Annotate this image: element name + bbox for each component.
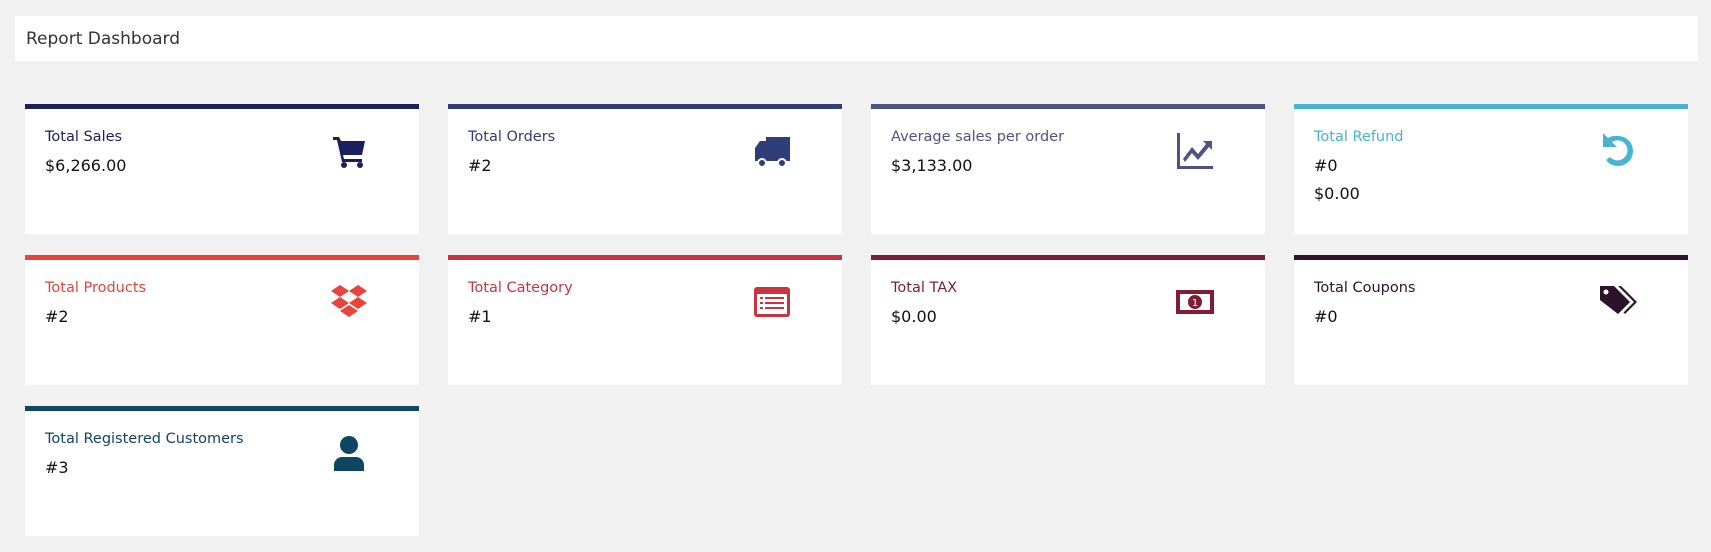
page-header: Report Dashboard <box>15 16 1698 61</box>
dropbox-icon <box>329 282 369 322</box>
report-card-total-sales: Total Sales $6,266.00 <box>25 104 419 234</box>
report-card-total-tax: Total TAX $0.00 1 <box>871 255 1265 385</box>
user-icon <box>329 433 369 473</box>
money-icon: 1 <box>1175 282 1215 322</box>
card-value: $0.00 <box>1314 184 1360 203</box>
undo-icon <box>1598 131 1638 171</box>
report-card-total-category: Total Category #1 <box>448 255 842 385</box>
tags-icon <box>1598 282 1638 322</box>
page-title: Report Dashboard <box>26 28 180 49</box>
report-card-total-coupons: Total Coupons #0 <box>1294 255 1688 385</box>
report-card-total-products: Total Products #2 <box>25 255 419 385</box>
report-card-total-refund: Total Refund #0 $0.00 <box>1294 104 1688 234</box>
shopping-cart-icon <box>329 131 369 171</box>
list-alt-icon <box>752 282 792 322</box>
truck-icon <box>752 131 792 171</box>
report-card-average-sales-per-order: Average sales per order $3,133.00 <box>871 104 1265 234</box>
report-card-total-registered-customers: Total Registered Customers #3 <box>25 406 419 536</box>
report-cards-grid: Total Sales $6,266.00 Total Orders #2 Averag… <box>25 104 1688 536</box>
report-card-total-orders: Total Orders #2 <box>448 104 842 234</box>
svg-text:1: 1 <box>1192 298 1198 309</box>
line-chart-icon <box>1175 131 1215 171</box>
